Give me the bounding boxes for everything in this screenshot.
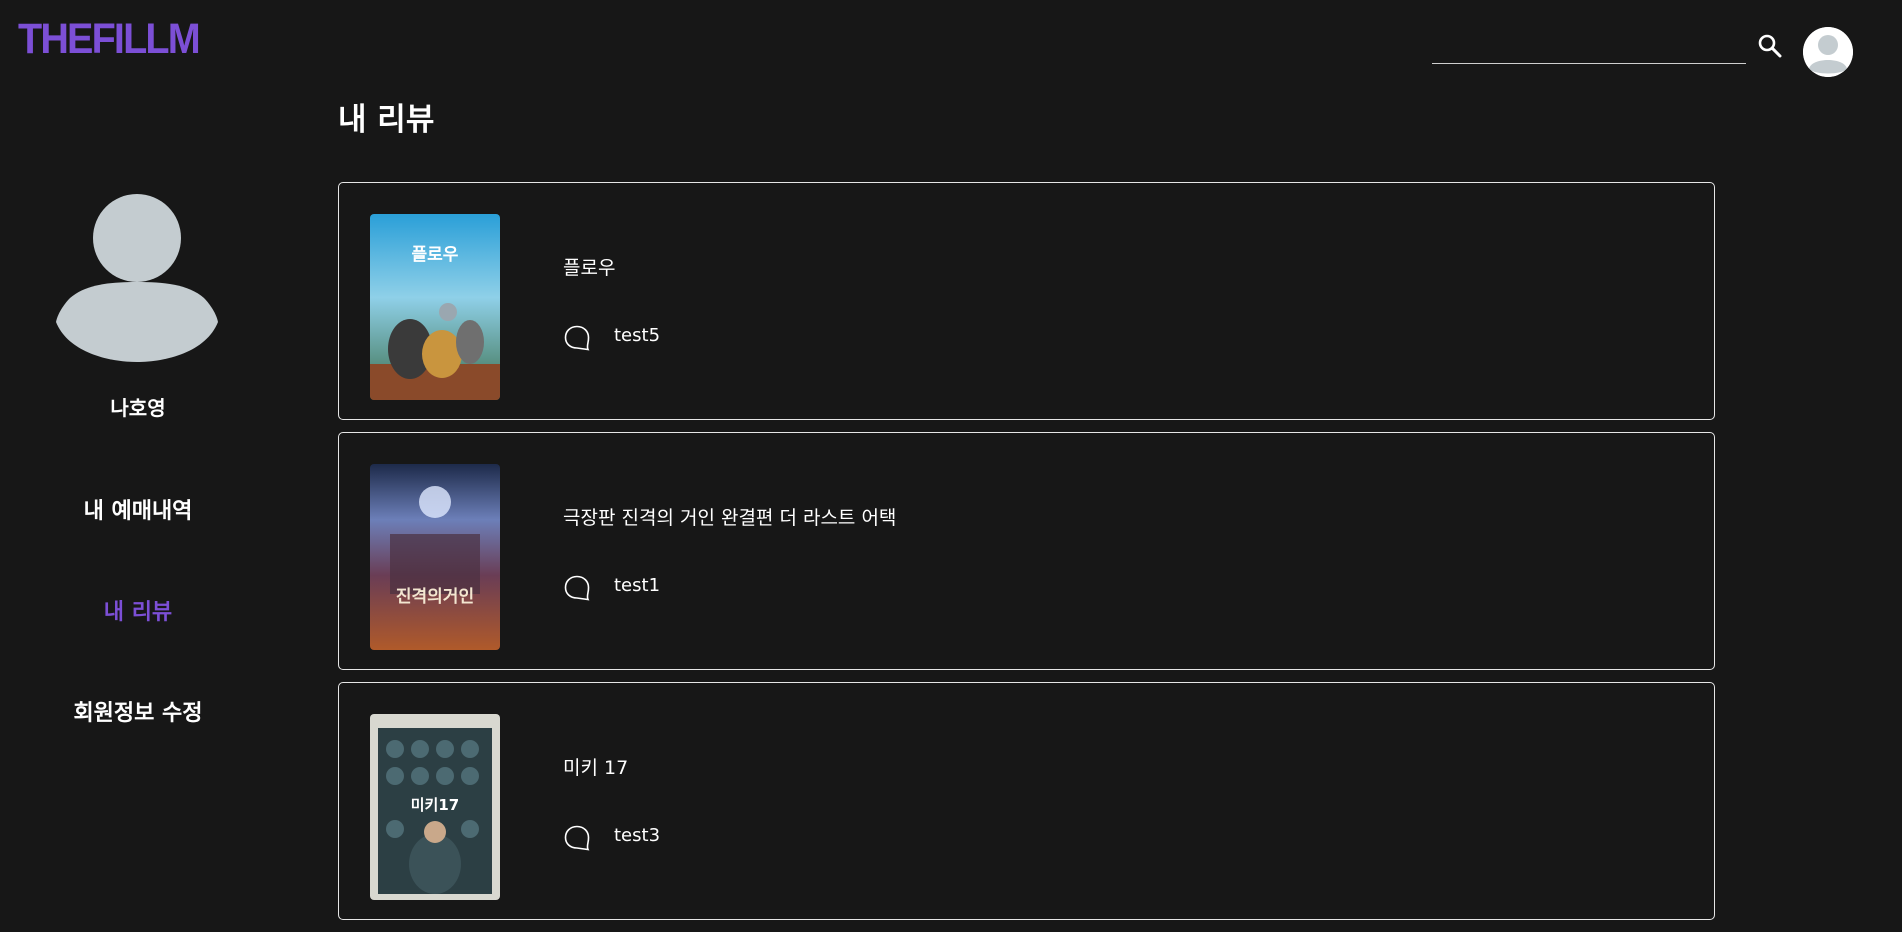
search-input[interactable] [1432,28,1746,63]
user-avatar-icon [1803,27,1853,77]
review-card[interactable]: 미키17 미키 17 test3 [338,682,1715,920]
sidebar-item-edit-profile[interactable]: 회원정보 수정 [0,695,276,727]
sidebar-item-my-reviews[interactable]: 내 리뷰 [0,594,276,626]
comment-icon [563,324,591,352]
movie-poster[interactable]: 진격의거인 [370,464,500,650]
review-card[interactable]: 플로우 플로우 test5 [338,182,1715,420]
movie-poster[interactable]: 미키17 [370,714,500,900]
user-avatar-icon [56,194,218,362]
profile-name: 나호영 [110,396,166,420]
review-comment: test5 [614,325,661,346]
brand-logo[interactable]: THEFILLM [18,18,201,61]
sidebar-item-bookings[interactable]: 내 예매내역 [0,493,276,525]
header-avatar[interactable] [1803,27,1853,77]
page-title: 내 리뷰 [338,102,435,138]
review-comment: test1 [614,575,661,596]
svg-text:진격의거인: 진격의거인 [396,587,474,607]
comment-icon [563,824,591,852]
comment-icon [563,574,591,602]
movie-poster[interactable]: 플로우 [370,214,500,400]
movie-title: 플로우 [563,257,616,279]
review-comment: test3 [614,825,661,846]
review-list: 플로우 플로우 test5 진격의거인 극장판 진격의 거인 완결편 더 라스트… [338,182,1715,932]
svg-text:플로우: 플로우 [412,245,459,265]
search-icon[interactable] [1757,33,1783,59]
svg-text:미키17: 미키17 [411,796,459,814]
movie-title: 미키 17 [563,757,629,779]
movie-title: 극장판 진격의 거인 완결편 더 라스트 어택 [563,507,897,529]
profile-avatar [56,194,218,362]
search-bar [1432,28,1746,64]
review-card[interactable]: 진격의거인 극장판 진격의 거인 완결편 더 라스트 어택 test1 [338,432,1715,670]
